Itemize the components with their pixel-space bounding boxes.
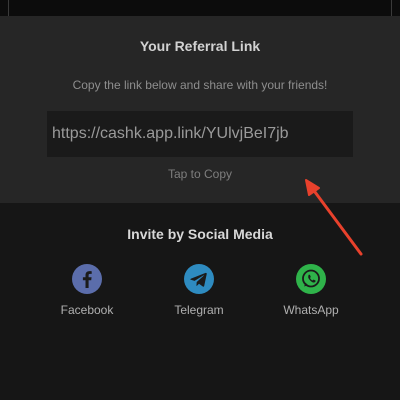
social-section-title: Invite by Social Media xyxy=(127,226,273,242)
facebook-icon xyxy=(72,264,102,294)
whatsapp-label: WhatsApp xyxy=(283,303,339,317)
telegram-label: Telegram xyxy=(174,303,224,317)
whatsapp-share-button[interactable]: WhatsApp xyxy=(266,264,356,317)
tap-to-copy-button[interactable]: Tap to Copy xyxy=(0,167,400,181)
facebook-label: Facebook xyxy=(60,303,114,317)
referral-title: Your Referral Link xyxy=(139,38,261,54)
telegram-icon xyxy=(184,264,214,294)
referral-subtitle: Copy the link below and share with your … xyxy=(72,78,328,92)
top-bar-divider xyxy=(8,0,9,16)
facebook-share-button[interactable]: Facebook xyxy=(42,264,132,317)
top-bar-divider xyxy=(391,0,392,16)
referral-link-field[interactable]: https://cashk.app.link/YUlvjBeI7jb xyxy=(47,111,353,157)
top-bar xyxy=(0,0,400,16)
telegram-share-button[interactable]: Telegram xyxy=(154,264,244,317)
whatsapp-icon xyxy=(296,264,326,294)
